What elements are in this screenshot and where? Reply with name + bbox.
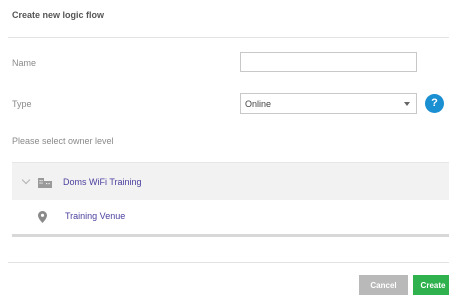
create-button[interactable]: Create (413, 275, 449, 295)
location-pin-icon (38, 210, 47, 228)
tree-item-parent[interactable]: Doms WiFi Training (12, 162, 449, 201)
cancel-button[interactable]: Cancel (359, 275, 408, 295)
tree-item-label: Doms WiFi Training (63, 177, 142, 187)
tree-item-label: Training Venue (65, 211, 126, 221)
name-input[interactable] (240, 52, 417, 72)
type-select-value: Online (245, 98, 272, 109)
owner-level-label: Please select owner level (12, 136, 114, 146)
footer-divider (8, 262, 449, 263)
help-icon[interactable]: ? (425, 94, 444, 113)
type-label: Type (12, 99, 32, 109)
type-select[interactable]: Online (240, 93, 417, 114)
tree-bottom-border (12, 234, 449, 237)
name-label: Name (12, 58, 37, 68)
dialog-title: Create new logic flow (12, 10, 105, 20)
title-divider (8, 37, 449, 38)
building-icon (38, 175, 52, 193)
tree-item-child[interactable]: Training Venue (12, 200, 449, 234)
chevron-down-icon[interactable] (21, 175, 31, 185)
caret-down-icon (404, 102, 410, 106)
